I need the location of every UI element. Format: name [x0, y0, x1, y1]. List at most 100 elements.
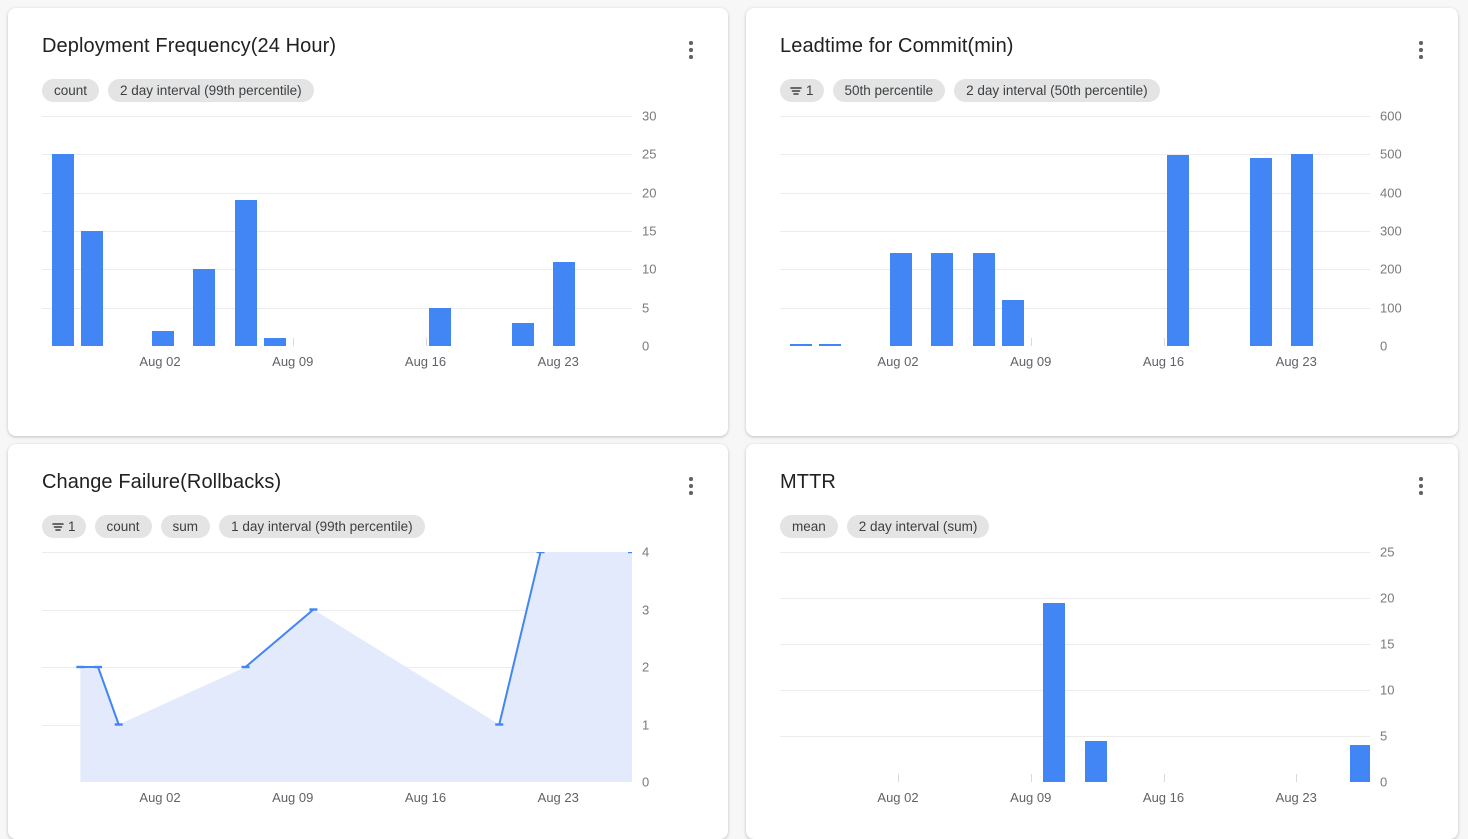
chip-2-day-interval-99th-percentile-[interactable]: 2 day interval (99th percentile)	[108, 79, 314, 102]
gridline	[780, 307, 1370, 309]
chip-2-day-interval-sum-[interactable]: 2 day interval (sum)	[846, 515, 990, 538]
chip-label: 1	[806, 83, 814, 98]
bar[interactable]	[429, 307, 452, 346]
x-axis-tick-label: Aug 23	[1275, 790, 1317, 805]
chip-count[interactable]: count	[42, 79, 100, 102]
kebab-dot	[1419, 48, 1423, 52]
kebab-dot	[1419, 477, 1423, 481]
page-title-leadtime-for-commit: Leadtime for Commit(min)	[780, 35, 1014, 57]
chip-label: 1	[68, 519, 76, 534]
x-axis-tick-label: Aug 09	[272, 790, 314, 805]
gridline	[42, 154, 632, 156]
filter-chip[interactable]: 1	[780, 79, 824, 102]
filter-chip[interactable]: 1	[42, 515, 86, 538]
chip-2-day-interval-50th-percentile-[interactable]: 2 day interval (50th percentile)	[954, 79, 1160, 102]
bar[interactable]	[1043, 602, 1066, 782]
bar[interactable]	[889, 252, 912, 346]
y-axis-tick-label: 20	[642, 185, 657, 201]
plot-area[interactable]	[780, 552, 1370, 782]
x-axis-tick	[1163, 338, 1165, 346]
chip-label: sum	[172, 519, 199, 534]
y-axis-tick-label: 0	[1380, 774, 1388, 790]
y-axis-tick-label: 3	[642, 602, 650, 617]
bar[interactable]	[789, 344, 812, 346]
gridline	[42, 192, 632, 194]
chart-change-failure: 0 1 2 3 4 Aug 02 Aug 09 Aug 16 Aug 23	[8, 545, 728, 816]
card-cell-mttr: MTTR mean 2 day interval (sum) 0 5 10 15 20 25…	[736, 436, 1468, 839]
x-axis-tick-label: Aug 16	[1142, 790, 1185, 805]
y-axis-tick-label: 15	[1380, 636, 1395, 652]
kebab-dot	[689, 41, 693, 45]
x-axis-tick-label: Aug 09	[1010, 354, 1052, 369]
y-axis-tick-label: 0	[642, 774, 650, 790]
bar[interactable]	[1167, 155, 1190, 346]
gridline	[780, 231, 1370, 232]
card-cell-deployment-frequency: Deployment Frequency(24 Hour) count 2 day…	[0, 0, 736, 436]
page-title-mttr: MTTR	[780, 471, 836, 493]
card-change-failure[interactable]: Change Failure(Rollbacks) 1 count sum 1 day…	[8, 444, 728, 839]
chip-count[interactable]: count	[94, 515, 152, 538]
card-mttr[interactable]: MTTR mean 2 day interval (sum) 0 5 10 15 20 25…	[746, 444, 1458, 839]
bar[interactable]	[193, 269, 216, 346]
chip-mean[interactable]: mean	[780, 515, 838, 538]
gridline	[780, 690, 1370, 691]
kebab-dot	[1419, 491, 1423, 495]
dashboard-grid: Deployment Frequency(24 Hour) count 2 day…	[0, 0, 1468, 839]
gridline	[42, 116, 632, 117]
x-axis-tick-label: Aug 23	[537, 790, 579, 805]
card-deployment-frequency[interactable]: Deployment Frequency(24 Hour) count 2 day…	[8, 8, 728, 436]
chip-1-day-interval-99th-percentile-[interactable]: 1 day interval (99th percentile)	[219, 515, 425, 538]
bar[interactable]	[511, 323, 534, 346]
bar[interactable]	[151, 330, 174, 346]
kebab-dot	[1419, 41, 1423, 45]
gridline	[780, 116, 1370, 117]
x-axis-tick-label: Aug 23	[537, 354, 579, 369]
kebab-menu-icon[interactable]	[1408, 471, 1434, 501]
y-axis-tick-label: 0	[642, 338, 650, 354]
bar[interactable]	[819, 344, 842, 346]
plot-wrapper: 0 5 10 15 20 25 Aug 02 Aug 09 Aug 16 Aug 23	[780, 545, 1410, 816]
y-axis-tick-label: 5	[642, 300, 650, 316]
bar[interactable]	[1002, 300, 1025, 346]
card-header: Change Failure(Rollbacks)	[8, 444, 728, 501]
bar[interactable]	[81, 231, 104, 346]
y-axis-tick-label: 5	[1380, 728, 1388, 744]
chip-sum[interactable]: sum	[160, 515, 211, 538]
y-axis-tick-label: 1	[642, 717, 650, 732]
bar[interactable]	[931, 252, 954, 346]
bar[interactable]	[1291, 154, 1314, 346]
chip-label: 1 day interval (99th percentile)	[231, 519, 413, 534]
bar[interactable]	[264, 338, 287, 346]
gridline	[42, 231, 632, 232]
kebab-menu-icon[interactable]	[678, 35, 704, 65]
plot-area[interactable]	[42, 116, 632, 346]
y-axis-tick-label: 100	[1380, 300, 1402, 316]
bar[interactable]	[1249, 158, 1272, 346]
y-axis-tick-label: 15	[642, 223, 657, 239]
chips-row: count 2 day interval (99th percentile)	[8, 65, 728, 102]
x-axis-tick-label: Aug 02	[877, 790, 919, 805]
x-axis-tick	[1296, 774, 1298, 782]
bar[interactable]	[51, 154, 74, 346]
x-axis-tick-label: Aug 16	[1142, 354, 1185, 369]
plot-area[interactable]	[780, 116, 1370, 346]
bar[interactable]	[553, 261, 576, 346]
card-leadtime-for-commit[interactable]: Leadtime for Commit(min) 1 50th percentil…	[746, 8, 1458, 436]
chart-leadtime-for-commit: 0 100 200 300 400 500 600 Aug 02 Aug 09 Aug 16 Aug…	[746, 109, 1458, 380]
kebab-menu-icon[interactable]	[1408, 35, 1434, 65]
bar[interactable]	[1350, 745, 1370, 782]
plot-area[interactable]	[42, 552, 632, 782]
y-axis-tick-label: 20	[1380, 590, 1395, 606]
x-axis-tick-label: Aug 02	[139, 790, 181, 805]
kebab-menu-icon[interactable]	[678, 471, 704, 501]
y-axis-tick-label: 400	[1380, 185, 1402, 201]
bar[interactable]	[1084, 740, 1107, 782]
bar[interactable]	[972, 252, 995, 346]
kebab-dot	[689, 484, 693, 488]
bar[interactable]	[234, 200, 257, 346]
page-title-change-failure: Change Failure(Rollbacks)	[42, 471, 282, 493]
y-axis-tick-label: 4	[642, 544, 650, 560]
plot-wrapper: 0 100 200 300 400 500 600 Aug 02 Aug 09 Aug 16 Aug…	[780, 109, 1410, 380]
chip-50th-percentile[interactable]: 50th percentile	[832, 79, 946, 102]
y-axis-tick-label: 25	[1380, 544, 1395, 560]
